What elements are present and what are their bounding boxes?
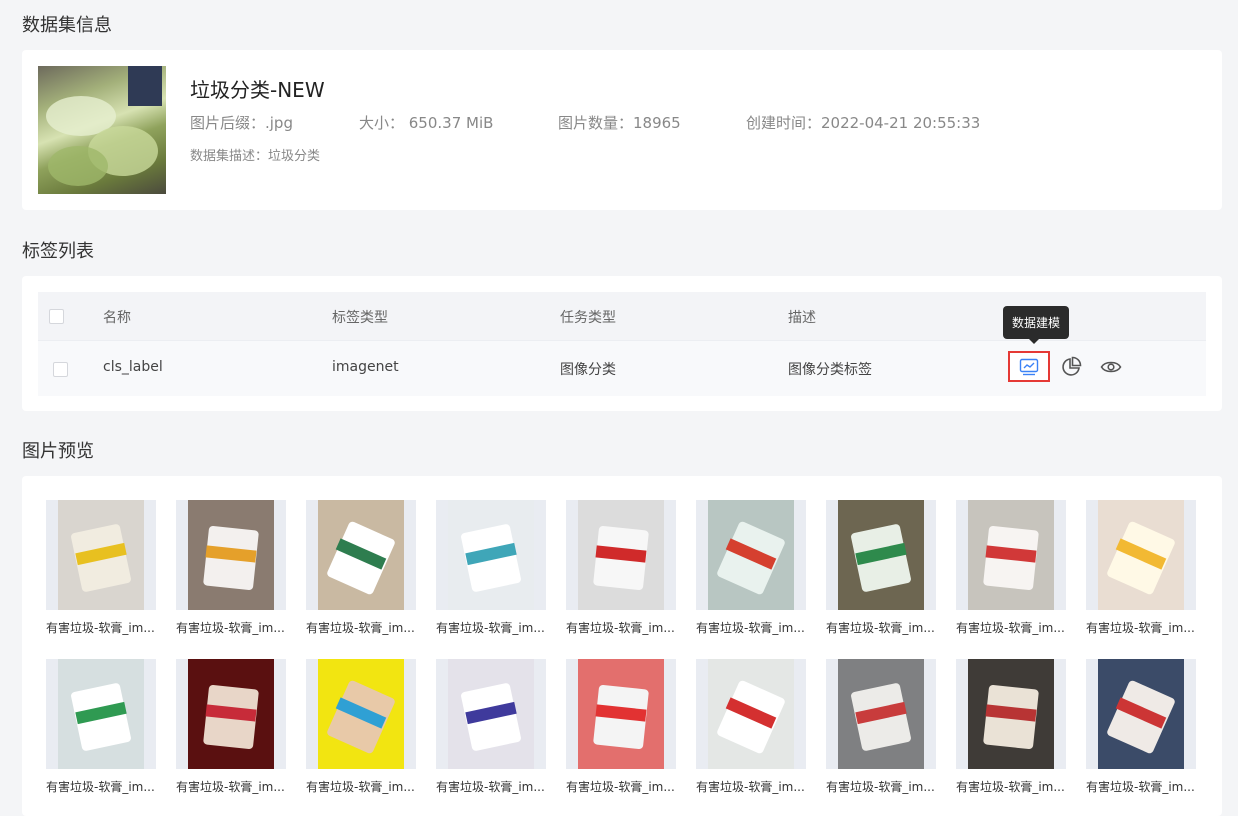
pie-chart-icon bbox=[1062, 356, 1082, 376]
preview-image[interactable] bbox=[46, 500, 156, 610]
header-task-type: 任务类型 bbox=[560, 310, 616, 326]
preview-caption: 有害垃圾-软膏_im... bbox=[46, 780, 155, 794]
preview-item[interactable]: 有害垃圾-软膏_im... bbox=[696, 659, 806, 795]
preview-image[interactable] bbox=[566, 500, 676, 610]
chart-line-icon bbox=[1019, 358, 1039, 375]
preview-caption: 有害垃圾-软膏_im... bbox=[436, 780, 545, 794]
preview-item[interactable]: 有害垃圾-软膏_im... bbox=[956, 659, 1066, 795]
preview-caption: 有害垃圾-软膏_im... bbox=[956, 780, 1065, 794]
row-label-type: imagenet bbox=[332, 359, 399, 375]
preview-image[interactable] bbox=[46, 659, 156, 769]
view-button[interactable] bbox=[1096, 354, 1126, 380]
row-name: cls_label bbox=[103, 359, 163, 375]
header-name: 名称 bbox=[103, 310, 131, 326]
preview-item[interactable]: 有害垃圾-软膏_im... bbox=[46, 500, 156, 636]
preview-image[interactable] bbox=[696, 500, 806, 610]
preview-item[interactable]: 有害垃圾-软膏_im... bbox=[176, 659, 286, 795]
preview-image[interactable] bbox=[306, 500, 416, 610]
preview-image[interactable] bbox=[1086, 500, 1196, 610]
preview-caption: 有害垃圾-软膏_im... bbox=[306, 621, 415, 635]
row-task-type: 图像分类 bbox=[560, 362, 616, 378]
preview-item[interactable]: 有害垃圾-软膏_im... bbox=[176, 500, 286, 636]
preview-item[interactable]: 有害垃圾-软膏_im... bbox=[956, 500, 1066, 636]
preview-caption: 有害垃圾-软膏_im... bbox=[1086, 621, 1195, 635]
preview-item[interactable]: 有害垃圾-软膏_im... bbox=[826, 500, 936, 636]
preview-item[interactable]: 有害垃圾-软膏_im... bbox=[306, 500, 416, 636]
preview-item[interactable]: 有害垃圾-软膏_im... bbox=[826, 659, 936, 795]
preview-item[interactable]: 有害垃圾-软膏_im... bbox=[46, 659, 156, 795]
dataset-suffix: 图片后缀：.jpg bbox=[190, 114, 293, 132]
preview-item[interactable]: 有害垃圾-软膏_im... bbox=[1086, 500, 1196, 636]
label-table: 名称 标签类型 任务类型 描述 cls_label imagenet 图像分类 … bbox=[38, 292, 1206, 396]
preview-caption: 有害垃圾-软膏_im... bbox=[176, 780, 285, 794]
preview-image[interactable] bbox=[566, 659, 676, 769]
dataset-image-count: 图片数量：18965 bbox=[558, 114, 681, 132]
image-preview-title: 图片预览 bbox=[22, 441, 94, 462]
dataset-description: 数据集描述：垃圾分类 bbox=[190, 149, 321, 164]
preview-item[interactable]: 有害垃圾-软膏_im... bbox=[566, 500, 676, 636]
preview-caption: 有害垃圾-软膏_im... bbox=[566, 780, 675, 794]
row-checkbox[interactable] bbox=[53, 362, 68, 377]
preview-caption: 有害垃圾-软膏_im... bbox=[436, 621, 545, 635]
preview-image[interactable] bbox=[306, 659, 416, 769]
data-modeling-tooltip: 数据建模 bbox=[1003, 306, 1070, 344]
preview-caption: 有害垃圾-软膏_im... bbox=[306, 780, 415, 794]
preview-image[interactable] bbox=[956, 659, 1066, 769]
dataset-size: 大小： 650.37 MiB bbox=[359, 114, 494, 132]
dataset-name: 垃圾分类-NEW bbox=[190, 78, 325, 102]
preview-caption: 有害垃圾-软膏_im... bbox=[696, 780, 805, 794]
statistics-button[interactable] bbox=[1058, 354, 1084, 380]
preview-item[interactable]: 有害垃圾-软膏_im... bbox=[566, 659, 676, 795]
image-preview-card: 有害垃圾-软膏_im... 有害垃圾-软膏_im... 有害垃圾-软膏_im... 有… bbox=[22, 476, 1222, 816]
preview-image[interactable] bbox=[176, 659, 286, 769]
preview-item[interactable]: 有害垃圾-软膏_im... bbox=[306, 659, 416, 795]
data-modeling-button[interactable] bbox=[1008, 351, 1050, 382]
header-label-type: 标签类型 bbox=[332, 310, 388, 326]
preview-caption: 有害垃圾-软膏_im... bbox=[566, 621, 675, 635]
table-row: cls_label imagenet 图像分类 图像分类标签 bbox=[38, 340, 1206, 396]
preview-caption: 有害垃圾-软膏_im... bbox=[176, 621, 285, 635]
select-all-checkbox[interactable] bbox=[49, 309, 64, 324]
preview-item[interactable]: 有害垃圾-软膏_im... bbox=[1086, 659, 1196, 795]
preview-caption: 有害垃圾-软膏_im... bbox=[1086, 780, 1195, 794]
label-table-card: 名称 标签类型 任务类型 描述 cls_label imagenet 图像分类 … bbox=[22, 276, 1222, 411]
preview-item[interactable]: 有害垃圾-软膏_im... bbox=[436, 500, 546, 636]
preview-image[interactable] bbox=[826, 659, 936, 769]
preview-image[interactable] bbox=[176, 500, 286, 610]
preview-image[interactable] bbox=[696, 659, 806, 769]
preview-caption: 有害垃圾-软膏_im... bbox=[826, 621, 935, 635]
header-description: 描述 bbox=[788, 310, 816, 326]
preview-caption: 有害垃圾-软膏_im... bbox=[696, 621, 805, 635]
eye-icon bbox=[1100, 361, 1122, 373]
dataset-info-title: 数据集信息 bbox=[22, 15, 112, 36]
preview-image[interactable] bbox=[436, 500, 546, 610]
row-description: 图像分类标签 bbox=[788, 362, 872, 378]
dataset-info-card: 垃圾分类-NEW 图片后缀：.jpg 大小： 650.37 MiB 图片数量：1… bbox=[22, 50, 1222, 210]
preview-image[interactable] bbox=[1086, 659, 1196, 769]
preview-caption: 有害垃圾-软膏_im... bbox=[826, 780, 935, 794]
preview-caption: 有害垃圾-软膏_im... bbox=[956, 621, 1065, 635]
dataset-created-time: 创建时间：2022-04-21 20:55:33 bbox=[746, 114, 981, 132]
preview-caption: 有害垃圾-软膏_im... bbox=[46, 621, 155, 635]
label-list-title: 标签列表 bbox=[22, 241, 94, 262]
dataset-cover-image bbox=[38, 66, 166, 194]
preview-item[interactable]: 有害垃圾-软膏_im... bbox=[696, 500, 806, 636]
preview-item[interactable]: 有害垃圾-软膏_im... bbox=[436, 659, 546, 795]
preview-image[interactable] bbox=[436, 659, 546, 769]
preview-image[interactable] bbox=[826, 500, 936, 610]
preview-image[interactable] bbox=[956, 500, 1066, 610]
